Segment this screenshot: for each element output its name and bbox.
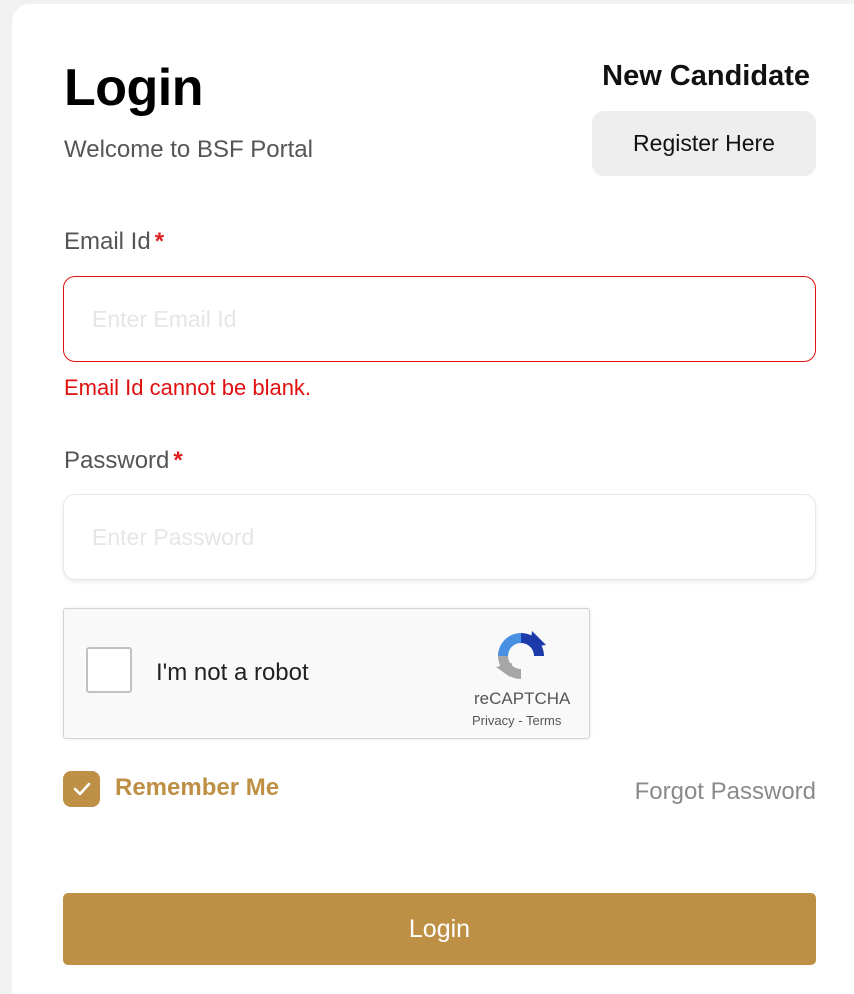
email-label: Email Id * [64,228,164,256]
recaptcha-widget: I'm not a robot reCAPTCHA Privacy - Term… [63,608,590,739]
recaptcha-logo-icon [496,631,546,679]
email-input[interactable] [63,276,816,362]
email-label-text: Email Id [64,228,151,255]
recaptcha-links: Privacy - Terms [472,713,561,728]
page-title: Login [64,59,204,117]
remember-me-label[interactable]: Remember Me [115,774,279,802]
recaptcha-label: I'm not a robot [156,659,309,686]
page-subtitle: Welcome to BSF Portal [64,136,313,163]
recaptcha-checkbox[interactable] [86,647,132,693]
recaptcha-separator: - [518,713,523,728]
login-button[interactable]: Login [63,893,816,965]
password-label: Password * [64,447,183,475]
required-asterisk: * [173,447,183,474]
password-input[interactable] [63,494,816,580]
checkmark-icon [73,782,90,796]
email-error-message: Email Id cannot be blank. [64,375,312,400]
required-asterisk: * [154,228,165,255]
forgot-password-link[interactable]: Forgot Password [635,778,816,806]
recaptcha-terms-link[interactable]: Terms [526,713,561,728]
remember-me-checkbox[interactable] [63,771,100,807]
new-candidate-heading: New Candidate [602,60,810,92]
password-label-text: Password [64,447,170,474]
register-here-button[interactable]: Register Here [592,111,816,176]
recaptcha-privacy-link[interactable]: Privacy [472,713,515,728]
recaptcha-brand: reCAPTCHA [474,689,571,708]
